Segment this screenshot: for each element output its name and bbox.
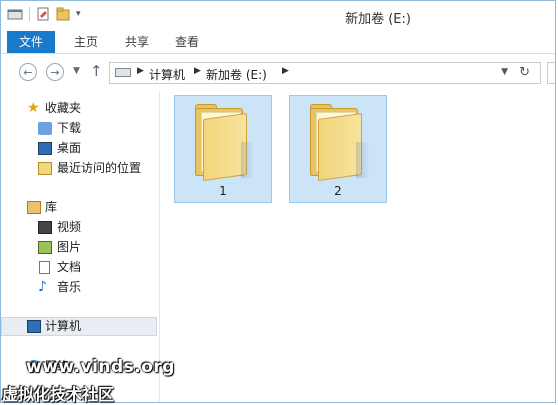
folder-icon <box>193 104 255 182</box>
breadcrumb-separator-icon[interactable]: ▶ <box>137 66 144 76</box>
refresh-icon[interactable]: ↻ <box>519 65 530 80</box>
sidebar-item-downloads[interactable]: 下载 <box>1 119 157 138</box>
tab-view[interactable]: 查看 <box>165 31 209 53</box>
computer-icon <box>27 320 41 333</box>
address-dropdown-icon[interactable]: ▼ <box>501 67 508 77</box>
folder-name: 1 <box>219 184 227 198</box>
sidebar-item-label: 桌面 <box>57 141 82 155</box>
music-note-icon: ♪ <box>38 279 47 295</box>
sidebar-item-computer[interactable]: 计算机 <box>1 317 157 336</box>
sidebar-item-libraries[interactable]: 库 <box>1 198 157 217</box>
download-icon <box>38 122 52 135</box>
video-icon <box>38 221 52 234</box>
ribbon-tabs: 文件 主页 共享 查看 <box>1 31 555 54</box>
sidebar-item-label: 视频 <box>57 220 82 234</box>
sidebar-item-label: 计算机 <box>45 319 82 333</box>
tab-file[interactable]: 文件 <box>7 31 55 53</box>
recent-locations-icon[interactable]: ▼ <box>73 66 80 76</box>
address-bar[interactable]: ▶ 计算机 ▶ 新加卷 (E:) ▶ ▼ ↻ <box>109 62 541 84</box>
sidebar-item-music[interactable]: ♪ 音乐 <box>1 278 157 297</box>
sidebar-item-label: 文档 <box>57 260 82 274</box>
library-icon <box>27 201 41 214</box>
folder-item[interactable]: 2 <box>289 95 387 203</box>
arrow-right-icon: → <box>50 65 60 79</box>
picture-icon <box>38 241 52 254</box>
folder-name: 2 <box>334 184 342 198</box>
sidebar-item-recent[interactable]: 最近访问的位置 <box>1 159 157 178</box>
explorer-window: ▾ 新加卷 (E:) 文件 主页 共享 查看 ← → ▼ ↑ ▶ 计算机 ▶ 新… <box>0 0 556 403</box>
folder-icon <box>308 104 370 182</box>
navigation-bar: ← → ▼ ↑ ▶ 计算机 ▶ 新加卷 (E:) ▶ ▼ ↻ <box>1 54 555 90</box>
sidebar-item-label: 最近访问的位置 <box>57 161 142 175</box>
sidebar-item-label: 图片 <box>57 240 82 254</box>
sidebar-item-label: 下载 <box>57 121 82 135</box>
star-icon: ★ <box>27 100 40 116</box>
sidebar-item-videos[interactable]: 视频 <box>1 218 157 237</box>
drive-icon <box>115 68 131 77</box>
watermark-url: www.vinds.org <box>26 357 175 377</box>
sidebar-item-desktop[interactable]: 桌面 <box>1 139 157 158</box>
watermark-text: 虚拟化技术社区 <box>2 385 115 404</box>
back-button[interactable]: ← <box>19 63 37 81</box>
desktop-icon <box>38 142 52 155</box>
sidebar-item-documents[interactable]: 文档 <box>1 258 157 277</box>
folder-item[interactable]: 1 <box>174 95 272 203</box>
window-title: 新加卷 (E:) <box>345 12 411 27</box>
breadcrumb-separator-icon[interactable]: ▶ <box>194 66 201 76</box>
breadcrumb-separator-icon[interactable]: ▶ <box>282 66 289 76</box>
sidebar-item-label: 音乐 <box>57 280 82 294</box>
file-list: 1 2 <box>160 91 555 402</box>
forward-button[interactable]: → <box>46 63 64 81</box>
title-bar: ▾ 新加卷 (E:) <box>1 1 555 31</box>
tab-home[interactable]: 主页 <box>63 31 109 53</box>
recent-places-icon <box>38 162 52 175</box>
sidebar-item-label: 收藏夹 <box>45 101 82 115</box>
tab-share[interactable]: 共享 <box>115 31 159 53</box>
search-input[interactable] <box>547 62 555 84</box>
breadcrumb-computer[interactable]: 计算机 <box>149 66 185 83</box>
up-arrow-icon[interactable]: ↑ <box>90 62 103 80</box>
sidebar-item-favorites[interactable]: ★ 收藏夹 <box>1 99 157 118</box>
document-icon <box>39 261 50 274</box>
sidebar-item-pictures[interactable]: 图片 <box>1 238 157 257</box>
arrow-left-icon: ← <box>23 65 33 79</box>
sidebar-item-label: 库 <box>45 200 58 214</box>
breadcrumb-volume[interactable]: 新加卷 (E:) <box>206 66 267 83</box>
